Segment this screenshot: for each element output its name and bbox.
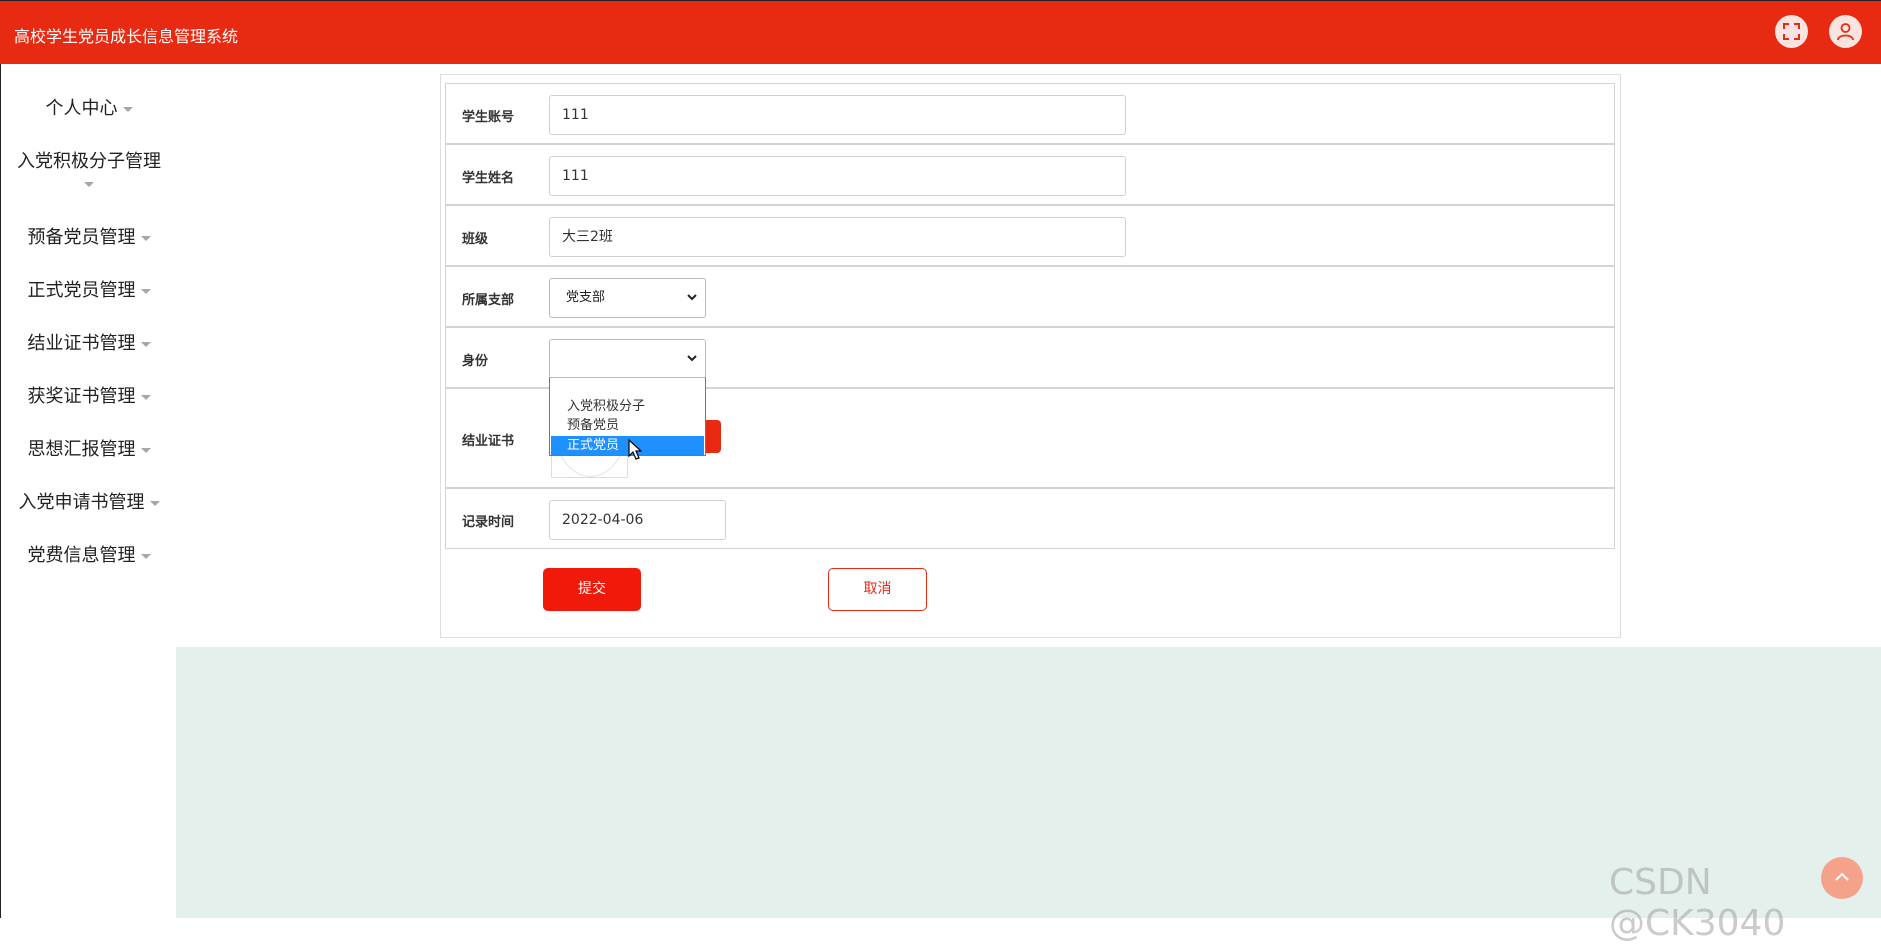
sidebar-item-completion-certificate[interactable]: 结业证书管理 bbox=[1, 329, 177, 355]
form-row-student-name: 学生姓名 111 bbox=[445, 144, 1615, 205]
chevron-down-icon bbox=[140, 288, 151, 294]
sidebar-item-thought-report[interactable]: 思想汇报管理 bbox=[1, 435, 177, 461]
top-bar: 高校学生党员成长信息管理系统 bbox=[0, 0, 1881, 64]
sidebar-item-application-letter[interactable]: 入党申请书管理 bbox=[1, 488, 177, 514]
sidebar-item-label: 正式党员管理 bbox=[27, 280, 136, 301]
student-account-label: 学生账号 bbox=[462, 110, 515, 125]
sidebar-item-label: 结业证书管理 bbox=[27, 333, 136, 354]
sidebar-item-label: 获奖证书管理 bbox=[27, 386, 136, 407]
sidebar-item-probationary-member[interactable]: 预备党员管理 bbox=[1, 223, 177, 249]
sidebar-item-personal-center[interactable]: 个人中心 bbox=[1, 94, 177, 120]
sidebar-item-label: 入党积极分子管理 bbox=[17, 151, 161, 172]
sidebar-item-label: 入党申请书管理 bbox=[18, 492, 145, 513]
chevron-down-icon bbox=[149, 500, 160, 506]
certificate-label: 结业证书 bbox=[462, 434, 515, 449]
submit-button[interactable]: 提交 bbox=[543, 568, 641, 611]
student-name-input[interactable]: 111 bbox=[549, 156, 1126, 196]
form-row-student-account: 学生账号 111 bbox=[445, 83, 1615, 144]
sidebar-item-label: 个人中心 bbox=[45, 98, 118, 119]
floating-action-button[interactable] bbox=[1821, 857, 1863, 899]
chevron-down-icon bbox=[122, 106, 133, 112]
sidebar-item-label: 预备党员管理 bbox=[27, 227, 136, 248]
student-account-input[interactable]: 111 bbox=[549, 95, 1126, 135]
dropdown-option-activist[interactable]: 入党积极分子 bbox=[551, 397, 704, 416]
chevron-down-icon bbox=[140, 235, 151, 241]
branch-select[interactable]: 党支部 bbox=[549, 278, 706, 318]
sidebar-item-award-certificate[interactable]: 获奖证书管理 bbox=[1, 382, 177, 408]
chevron-down-icon bbox=[84, 181, 94, 187]
form-row-record-time: 记录时间 2022-04-06 bbox=[445, 488, 1615, 549]
class-input[interactable]: 大三2班 bbox=[549, 217, 1126, 257]
chevron-down-icon bbox=[140, 341, 151, 347]
form-row-class: 班级 大三2班 bbox=[445, 205, 1615, 266]
record-time-label: 记录时间 bbox=[462, 515, 515, 530]
cancel-button[interactable]: 取消 bbox=[828, 568, 927, 611]
branch-select-value: 党支部 bbox=[566, 290, 606, 305]
sidebar-item-party-fee[interactable]: 党费信息管理 bbox=[1, 541, 177, 567]
record-time-input[interactable]: 2022-04-06 bbox=[549, 500, 726, 540]
class-label: 班级 bbox=[462, 232, 489, 247]
arrow-up-icon bbox=[1835, 872, 1849, 881]
student-name-label: 学生姓名 bbox=[462, 171, 515, 186]
chevron-down-icon bbox=[140, 553, 151, 559]
chevron-down-icon bbox=[140, 394, 151, 400]
chevron-down-icon bbox=[140, 447, 151, 453]
mouse-cursor-icon bbox=[628, 439, 642, 460]
branch-label: 所属支部 bbox=[462, 293, 515, 308]
form-row-branch: 所属支部 党支部 bbox=[445, 266, 1615, 327]
fullscreen-icon[interactable] bbox=[1775, 15, 1808, 48]
user-icon[interactable] bbox=[1829, 15, 1862, 48]
sidebar-item-label: 思想汇报管理 bbox=[27, 439, 136, 460]
identity-select[interactable] bbox=[549, 339, 706, 379]
app-title: 高校学生党员成长信息管理系统 bbox=[14, 27, 239, 46]
chevron-down-icon bbox=[687, 294, 697, 301]
dropdown-option-probationary[interactable]: 预备党员 bbox=[551, 416, 704, 435]
sidebar-item-activist-management[interactable]: 入党积极分子管理 bbox=[1, 147, 177, 194]
identity-label: 身份 bbox=[462, 354, 489, 369]
chevron-down-icon bbox=[687, 355, 697, 362]
sidebar: 个人中心 入党积极分子管理 预备党员管理 正式党员管理 结业证书管理 获奖证书管… bbox=[0, 64, 176, 918]
sidebar-item-full-member[interactable]: 正式党员管理 bbox=[1, 276, 177, 302]
dropdown-option-empty[interactable] bbox=[551, 379, 704, 398]
sidebar-item-label: 党费信息管理 bbox=[27, 545, 136, 566]
